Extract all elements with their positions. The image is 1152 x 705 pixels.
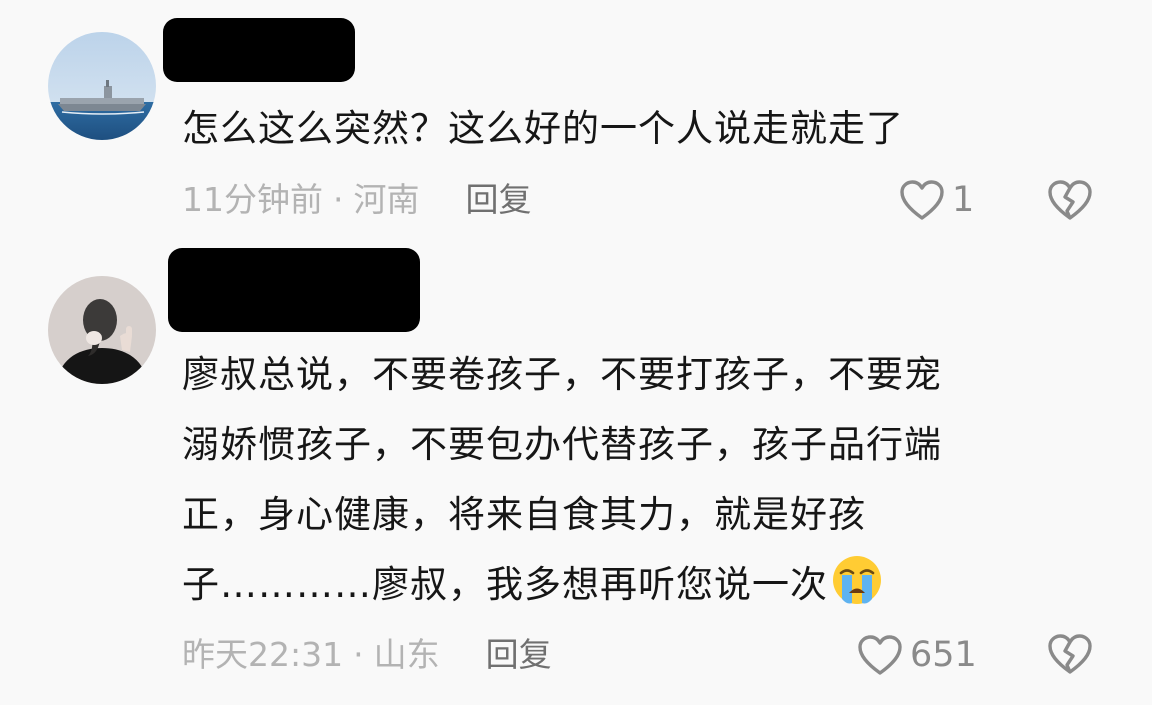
broken-heart-outline-icon[interactable]	[1046, 178, 1094, 222]
separator: ·	[353, 635, 364, 674]
like-count: 1	[952, 180, 975, 220]
comment-text-line: 正，身心健康，将来自食其力，就是好孩	[182, 493, 866, 536]
comment-text-line-last: 子…………廖叔，我多想再听您说一次	[182, 550, 1092, 620]
comment-text-line: 廖叔总说，不要卷孩子，不要打孩子，不要宠	[182, 353, 942, 396]
comment-text-line: 溺娇惯孩子，不要包办代替孩子，孩子品行端	[182, 423, 942, 466]
timestamp: 昨天22:31	[182, 635, 344, 674]
comment-text: 廖叔总说，不要卷孩子，不要打孩子，不要宠 溺娇惯孩子，不要包办代替孩子，孩子品行…	[182, 340, 1092, 620]
woman-back-photo-avatar	[48, 276, 156, 384]
separator: ·	[333, 180, 344, 219]
reply-button[interactable]: 回复	[466, 180, 532, 219]
location: 河南	[353, 180, 420, 219]
reply-button[interactable]: 回复	[486, 635, 552, 674]
like-button[interactable]: 1	[898, 176, 974, 224]
location: 山东	[373, 635, 440, 674]
redacted-username[interactable]	[168, 248, 420, 332]
comment-text-line: 子…………廖叔，我多想再听您说一次	[182, 563, 828, 606]
heart-outline-icon	[858, 635, 902, 675]
like-button[interactable]: 651	[856, 631, 977, 679]
avatar[interactable]	[48, 32, 156, 140]
comment-meta: 11分钟前 · 河南 回复	[182, 178, 532, 222]
loudly-crying-face-emoji	[833, 556, 881, 604]
comment-item: 怎么这么突然？这么好的一个人说走就走了 11分钟前 · 河南 回复 1	[0, 0, 1152, 240]
timestamp: 11分钟前	[182, 180, 323, 219]
redacted-username[interactable]	[163, 18, 355, 82]
comment-item: 廖叔总说，不要卷孩子，不要打孩子，不要宠 溺娇惯孩子，不要包办代替孩子，孩子品行…	[0, 240, 1152, 705]
heart-outline-icon	[900, 180, 944, 220]
comment-meta: 昨天22:31 · 山东 回复	[182, 633, 552, 677]
like-count: 651	[910, 635, 977, 675]
broken-heart-outline-icon[interactable]	[1046, 632, 1094, 676]
aircraft-carrier-photo-avatar	[48, 32, 156, 140]
comment-text: 怎么这么突然？这么好的一个人说走就走了	[182, 107, 904, 150]
avatar[interactable]	[48, 276, 156, 384]
